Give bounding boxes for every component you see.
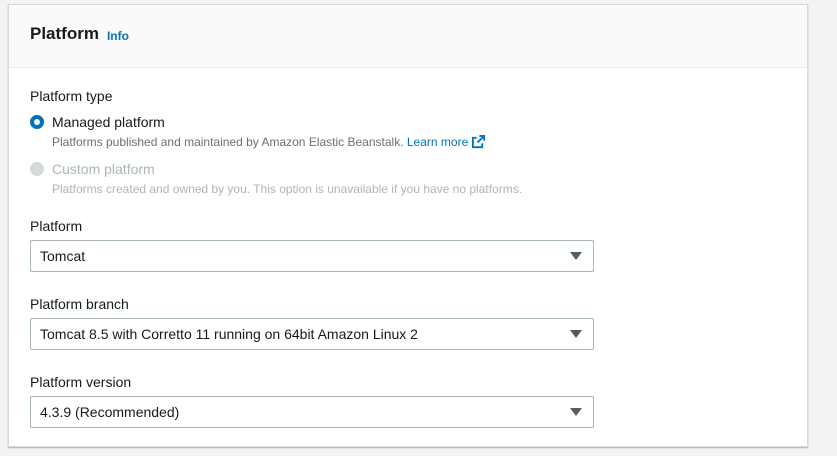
platform-branch-select-value: Tomcat 8.5 with Corretto 11 running on 6… [40, 326, 418, 342]
panel-title: Platform [30, 24, 99, 43]
custom-platform-description: Platforms created and owned by you. This… [52, 182, 523, 196]
platform-select-value: Tomcat [40, 248, 86, 264]
platform-version-select-value: 4.3.9 (Recommended) [40, 404, 180, 420]
caret-down-icon [570, 330, 582, 338]
caret-down-icon [570, 408, 582, 416]
platform-select[interactable]: Tomcat [30, 240, 594, 272]
external-link-icon [472, 134, 486, 149]
platform-version-label: Platform version [30, 374, 132, 390]
caret-down-icon [570, 252, 582, 260]
managed-platform-description: Platforms published and maintained by Am… [52, 134, 486, 150]
panel-header: Platform Info [9, 5, 807, 68]
platform-label: Platform [30, 218, 83, 234]
platform-type-label: Platform type [30, 88, 113, 104]
custom-platform-label: Custom platform [52, 161, 155, 177]
radio-button-checked[interactable] [30, 115, 44, 129]
learn-more-link[interactable]: Learn more [406, 134, 486, 149]
managed-platform-description-text: Platforms published and maintained by Am… [52, 135, 404, 149]
platform-version-select[interactable]: 4.3.9 (Recommended) [30, 396, 594, 428]
radio-managed-platform[interactable]: Managed platform Platforms published and… [30, 113, 486, 150]
managed-platform-label: Managed platform [52, 114, 165, 130]
platform-branch-select[interactable]: Tomcat 8.5 with Corretto 11 running on 6… [30, 318, 594, 350]
radio-custom-platform: Custom platform Platforms created and ow… [30, 160, 522, 197]
platform-branch-label: Platform branch [30, 296, 129, 312]
learn-more-text: Learn more [406, 135, 469, 149]
info-link[interactable]: Info [107, 29, 129, 43]
platform-panel: Platform Info Platform type Managed plat… [8, 4, 808, 447]
radio-button-disabled [30, 162, 44, 176]
